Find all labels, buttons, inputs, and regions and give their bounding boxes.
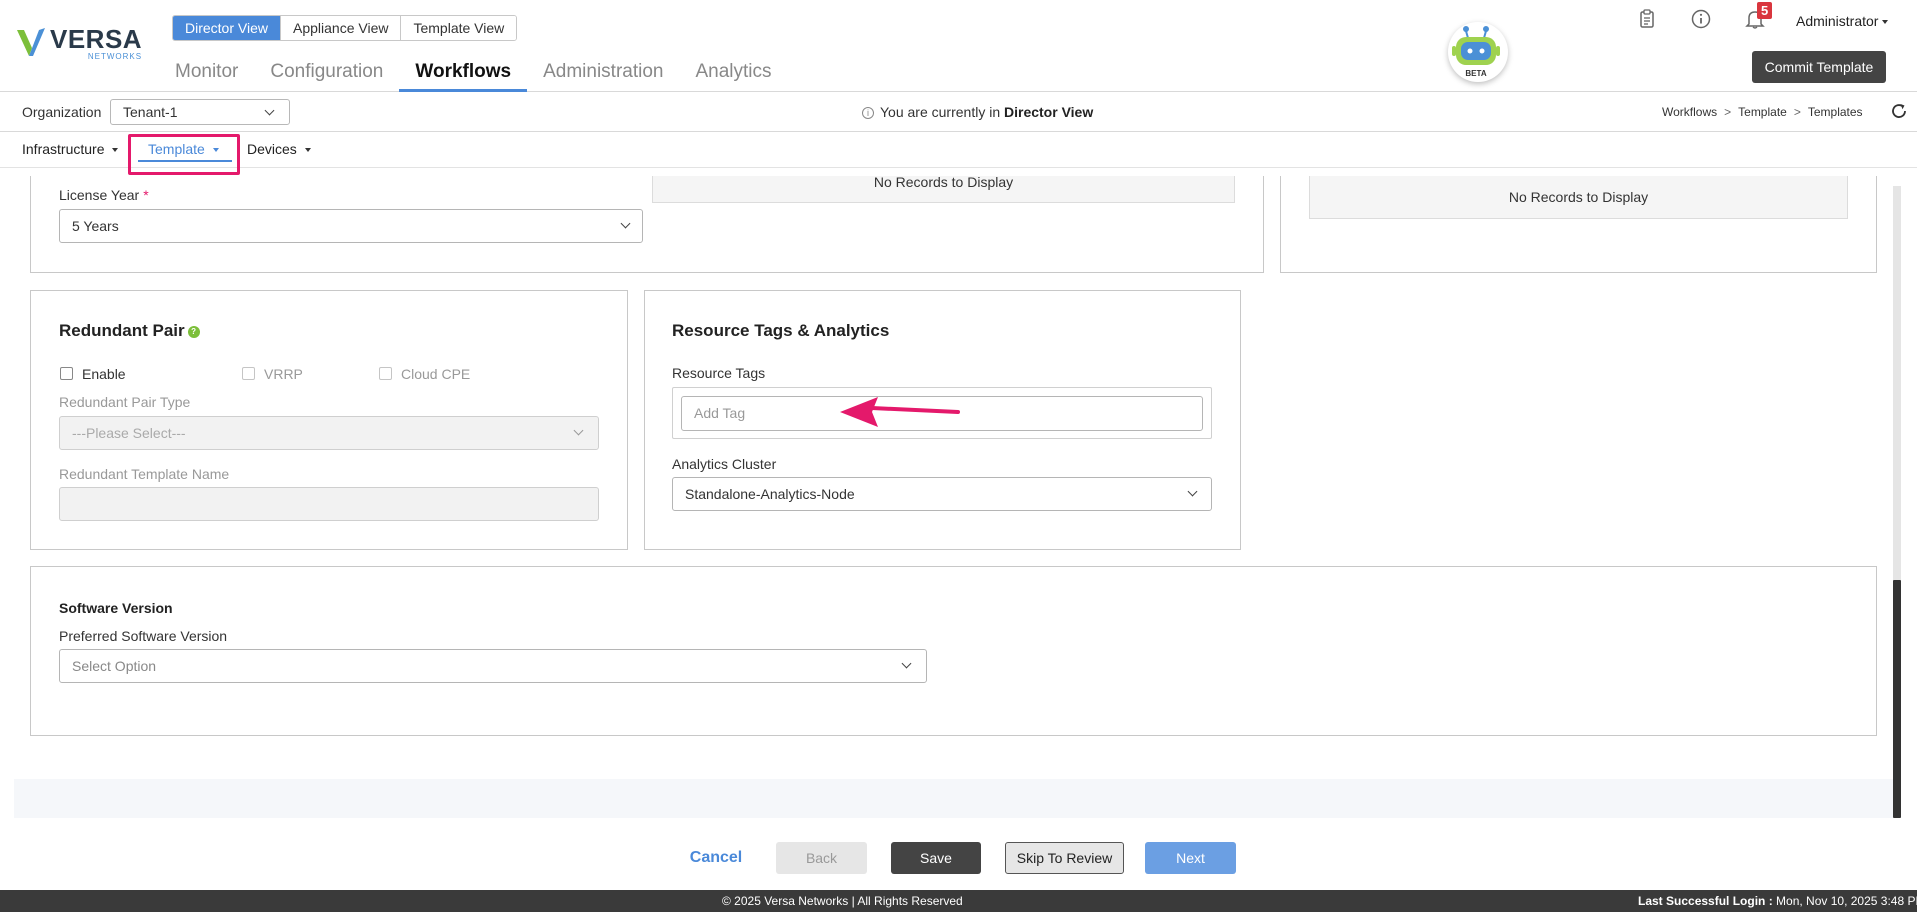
organization-select[interactable]: Tenant-1 (110, 99, 290, 125)
cancel-button[interactable]: Cancel (680, 842, 752, 874)
current-view-prefix: You are currently in (880, 104, 1001, 120)
caret-down-icon (112, 148, 119, 153)
ai-assistant-button[interactable]: BETA (1448, 22, 1508, 82)
redundant-pair-type-select[interactable]: ---Please Select--- (59, 416, 599, 450)
highlight-annotation-box (128, 134, 240, 175)
chevron-down-icon (573, 425, 584, 436)
appliance-view-button[interactable]: Appliance View (281, 16, 402, 40)
nav-administration[interactable]: Administration (527, 56, 679, 92)
sub-nav: Infrastructure Template Devices (0, 132, 1917, 168)
versa-logo[interactable]: VERSA NETWORKS (16, 26, 142, 61)
annotation-arrow-icon (840, 397, 960, 427)
last-login-label: Last Successful Login : (1638, 894, 1773, 908)
bot-beta-label: BETA (1465, 69, 1486, 78)
template-view-button[interactable]: Template View (401, 16, 517, 40)
skip-to-review-button[interactable]: Skip To Review (1005, 842, 1124, 874)
robot-icon: BETA (1452, 26, 1500, 78)
enable-label: Enable (82, 366, 126, 382)
license-year-value: 5 Years (72, 218, 119, 234)
vrrp-label: VRRP (264, 366, 303, 382)
top-header: VERSA NETWORKS Director View Appliance V… (0, 0, 1917, 92)
license-year-select[interactable]: 5 Years (59, 209, 643, 243)
breadcrumb-workflows[interactable]: Workflows (1662, 105, 1717, 119)
current-view-name: Director View (1004, 104, 1094, 120)
logo-brand: VERSA (50, 24, 143, 54)
subnav-infrastructure-label: Infrastructure (22, 141, 105, 157)
nav-workflows[interactable]: Workflows (399, 56, 527, 92)
no-records-table-right: No Records to Display (1309, 176, 1848, 219)
breadcrumb: Workflows > Template > Templates (1662, 105, 1863, 119)
cloud-cpe-checkbox[interactable] (379, 367, 392, 380)
view-switcher: Director View Appliance View Template Vi… (172, 15, 518, 41)
subnav-devices-label: Devices (247, 141, 297, 157)
info-icon[interactable] (1690, 8, 1712, 30)
refresh-icon[interactable] (1890, 102, 1908, 120)
save-button[interactable]: Save (891, 842, 981, 874)
organization-bar: Organization Tenant-1 i You are currently… (0, 92, 1917, 132)
redundant-template-name-input[interactable] (59, 487, 599, 521)
last-login-value: Mon, Nov 10, 2025 3:48 PM (1776, 894, 1917, 908)
redundant-pair-type-label: Redundant Pair Type (59, 394, 191, 410)
no-records-table-top: No Records to Display (652, 176, 1235, 203)
logo-sub: NETWORKS (87, 52, 143, 61)
chevron-down-icon (1187, 486, 1198, 497)
vrrp-checkbox[interactable] (242, 367, 255, 380)
user-menu[interactable]: Administrator (1796, 13, 1888, 29)
chevron-down-icon (620, 218, 631, 229)
chevron-down-icon (264, 105, 275, 116)
clipboard-icon[interactable] (1636, 8, 1658, 30)
chevron-down-icon (901, 658, 912, 669)
organization-label: Organization (22, 104, 102, 120)
enable-checkbox[interactable] (60, 367, 73, 380)
analytics-cluster-value: Standalone-Analytics-Node (685, 486, 855, 502)
organization-value: Tenant-1 (123, 104, 178, 120)
breadcrumb-templates: Templates (1807, 105, 1863, 119)
nav-monitor[interactable]: Monitor (159, 56, 254, 92)
redundant-pair-title: Redundant Pair? (59, 321, 200, 341)
preferred-software-version-placeholder: Select Option (72, 658, 157, 674)
breadcrumb-template[interactable]: Template (1738, 105, 1787, 119)
cloud-cpe-label: Cloud CPE (401, 366, 471, 382)
no-records-text-top: No Records to Display (873, 176, 1014, 190)
subnav-devices[interactable]: Devices (247, 141, 311, 157)
preferred-software-version-label: Preferred Software Version (59, 628, 228, 644)
info-circle-icon: i (862, 107, 874, 119)
add-tag-placeholder: Add Tag (694, 405, 746, 421)
director-view-button[interactable]: Director View (173, 16, 281, 40)
help-icon[interactable]: ? (187, 326, 200, 338)
redundant-template-name-label: Redundant Template Name (59, 466, 230, 482)
nav-analytics[interactable]: Analytics (680, 56, 788, 92)
caret-down-icon (304, 148, 311, 153)
back-button[interactable]: Back (776, 842, 867, 874)
analytics-cluster-label: Analytics Cluster (672, 456, 777, 472)
resource-tags-title: Resource Tags & Analytics (672, 321, 890, 340)
last-login: Last Successful Login : Mon, Nov 10, 202… (1638, 894, 1917, 908)
subnav-infrastructure[interactable]: Infrastructure (22, 141, 119, 157)
analytics-cluster-select[interactable]: Standalone-Analytics-Node (672, 477, 1212, 511)
main-nav: Monitor Configuration Workflows Administ… (159, 56, 788, 92)
notification-badge: 5 (1757, 2, 1773, 19)
scrollbar-thumb[interactable] (1893, 580, 1901, 818)
versa-logo-icon (17, 28, 45, 56)
nav-configuration[interactable]: Configuration (254, 56, 399, 92)
license-year-label: License Year * (59, 187, 149, 203)
copyright-bar: © 2025 Versa Networks | All Rights Reser… (0, 890, 1917, 912)
software-version-title: Software Version (59, 600, 173, 616)
preferred-software-version-select[interactable]: Select Option (59, 649, 927, 683)
resource-tags-label: Resource Tags (672, 365, 766, 381)
current-view-message: i You are currently in Director View (862, 104, 1093, 120)
no-records-text-right: No Records to Display (1508, 189, 1649, 205)
commit-template-button[interactable]: Commit Template (1752, 51, 1886, 83)
copyright-text: © 2025 Versa Networks | All Rights Reser… (722, 894, 963, 908)
next-button[interactable]: Next (1145, 842, 1236, 874)
redundant-pair-type-placeholder: ---Please Select--- (72, 425, 186, 441)
